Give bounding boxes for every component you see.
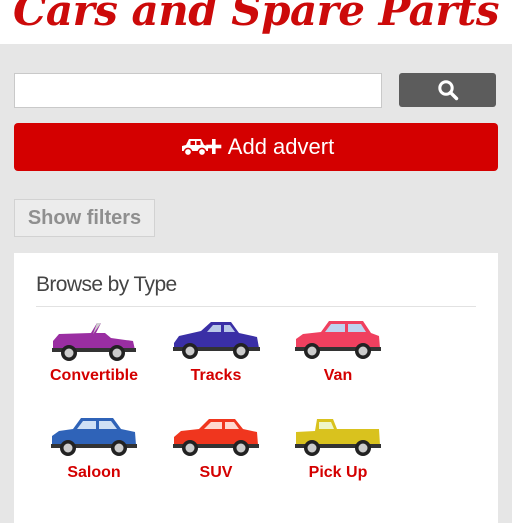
search-input[interactable] — [14, 73, 382, 108]
type-tracks[interactable]: Tracks — [161, 319, 271, 399]
type-label-tracks: Tracks — [190, 367, 242, 384]
type-label-van: Van — [323, 367, 353, 384]
type-convertible[interactable]: Convertible — [39, 319, 149, 399]
type-label-suv: SUV — [199, 464, 233, 481]
suv-car-icon — [173, 419, 259, 456]
type-saloon[interactable]: Saloon — [39, 416, 149, 496]
type-suv[interactable]: SUV — [161, 416, 271, 496]
site-logo[interactable]: Cars and Spare Parts — [0, 0, 512, 35]
add-advert-button[interactable]: Add advert — [14, 123, 498, 171]
type-van[interactable]: Van — [283, 319, 393, 399]
saloon-car-icon — [51, 418, 137, 456]
car-plus-icon — [181, 139, 222, 157]
pickup-truck-icon — [295, 419, 381, 456]
browse-by-type-panel: Browse by Type Convertible Tracks Van Sa… — [14, 253, 498, 523]
divider — [36, 306, 476, 307]
hatchback-car-icon — [295, 321, 381, 359]
type-pick-up[interactable]: Pick Up — [283, 416, 393, 496]
search-icon — [437, 80, 458, 101]
search-button[interactable] — [399, 73, 496, 107]
type-label-convertible: Convertible — [49, 367, 138, 384]
sports-car-icon — [173, 322, 260, 359]
convertible-car-icon — [52, 323, 136, 361]
type-label-pick-up: Pick Up — [308, 464, 368, 481]
type-label-saloon: Saloon — [67, 464, 121, 481]
show-filters-button[interactable]: Show filters — [14, 199, 155, 237]
site-header: Cars and Spare Parts — [0, 0, 512, 44]
add-advert-label: Add advert — [227, 134, 335, 159]
browse-title: Browse by Type — [36, 273, 177, 296]
